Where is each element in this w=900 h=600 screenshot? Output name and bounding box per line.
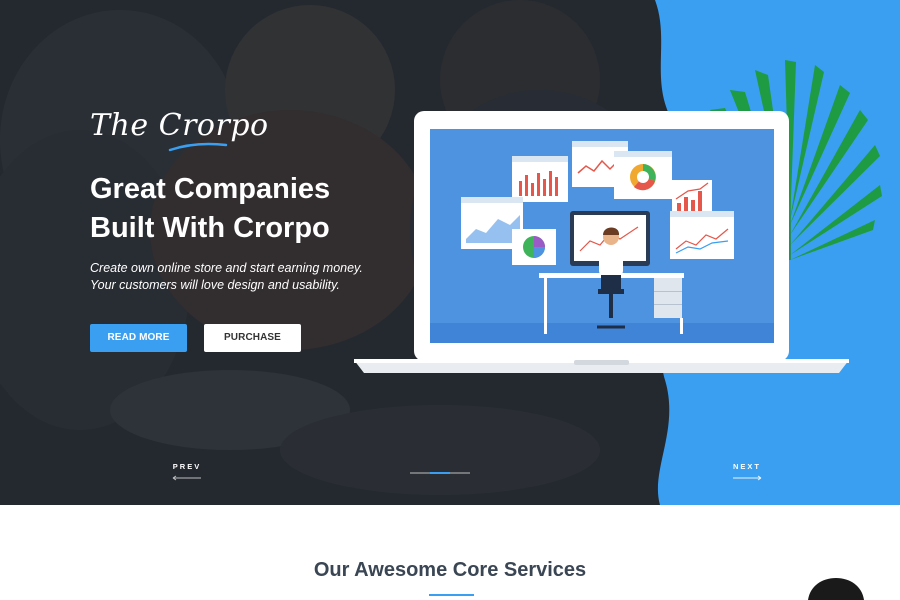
services-section-title: Our Awesome Core Services (313, 559, 587, 581)
arrow-right-icon (733, 475, 762, 481)
hero-slider: The Crorpo Great Companies Built With Cr… (0, 0, 900, 505)
active-slide-indicator[interactable] (430, 472, 450, 474)
read-more-button[interactable]: READ MORE (90, 324, 187, 352)
avatar (808, 578, 864, 600)
hero-subtext: Create own online store and start earnin… (90, 261, 363, 292)
brand-name: The Crorpo (90, 108, 269, 143)
arrow-left-icon (172, 475, 201, 481)
purchase-button[interactable]: PURCHASE (204, 324, 301, 352)
slide-pagination[interactable] (410, 472, 470, 474)
services-title-underline (429, 594, 474, 596)
prev-label: PREV (172, 462, 202, 471)
laptop-illustration (354, 111, 849, 373)
prev-slide-button[interactable]: PREV (170, 462, 204, 481)
brand-swoosh-icon (168, 142, 228, 152)
next-label: NEXT (732, 462, 761, 471)
brand-logo[interactable]: The Crorpo (90, 108, 269, 152)
next-slide-button[interactable]: NEXT (730, 462, 764, 481)
